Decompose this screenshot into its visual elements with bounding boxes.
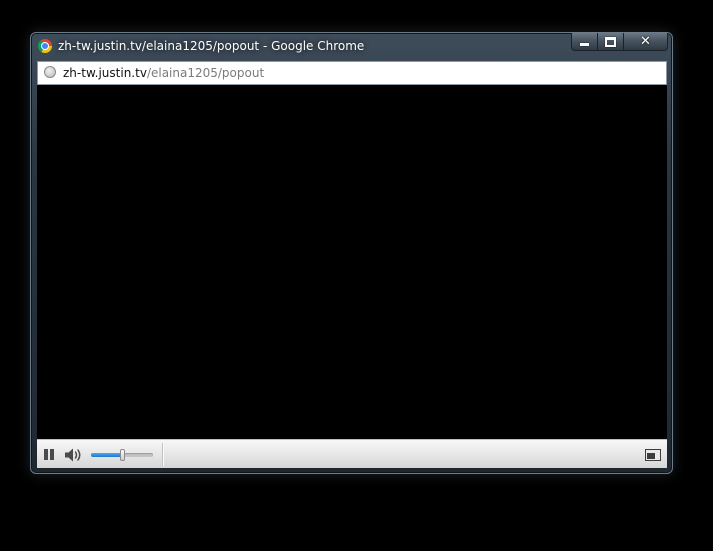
close-button[interactable]: ✕ [624, 33, 668, 51]
volume-button[interactable] [63, 446, 85, 464]
browser-window: zh-tw.justin.tv/elaina1205/popout - Goog… [30, 32, 673, 474]
minimize-icon [580, 42, 589, 46]
popout-button[interactable] [645, 449, 661, 461]
maximize-icon [605, 36, 616, 47]
globe-icon [44, 66, 56, 78]
volume-slider[interactable] [91, 449, 153, 461]
url-text[interactable]: zh-tw.justin.tv/elaina1205/popout [63, 66, 264, 81]
window-controls: ✕ [571, 33, 668, 52]
volume-slider-thumb[interactable] [120, 449, 125, 461]
url-host: zh-tw.justin.tv [63, 66, 147, 80]
url-path: /elaina1205/popout [146, 66, 265, 80]
desktop: zh-tw.justin.tv/elaina1205/popout - Goog… [0, 0, 713, 551]
control-divider [162, 443, 163, 466]
maximize-button[interactable] [598, 33, 624, 51]
speaker-icon [65, 448, 81, 462]
minimize-button[interactable] [571, 33, 598, 51]
close-icon: ✕ [640, 34, 651, 49]
title-bar[interactable]: zh-tw.justin.tv/elaina1205/popout - Goog… [31, 33, 672, 60]
address-bar[interactable]: zh-tw.justin.tv/elaina1205/popout [37, 61, 667, 85]
player-control-bar [37, 439, 667, 468]
window-title: zh-tw.justin.tv/elaina1205/popout - Goog… [58, 39, 365, 53]
video-area[interactable] [37, 85, 667, 439]
chrome-icon [38, 39, 52, 53]
pause-button[interactable] [42, 448, 56, 462]
volume-slider-fill [91, 453, 122, 457]
